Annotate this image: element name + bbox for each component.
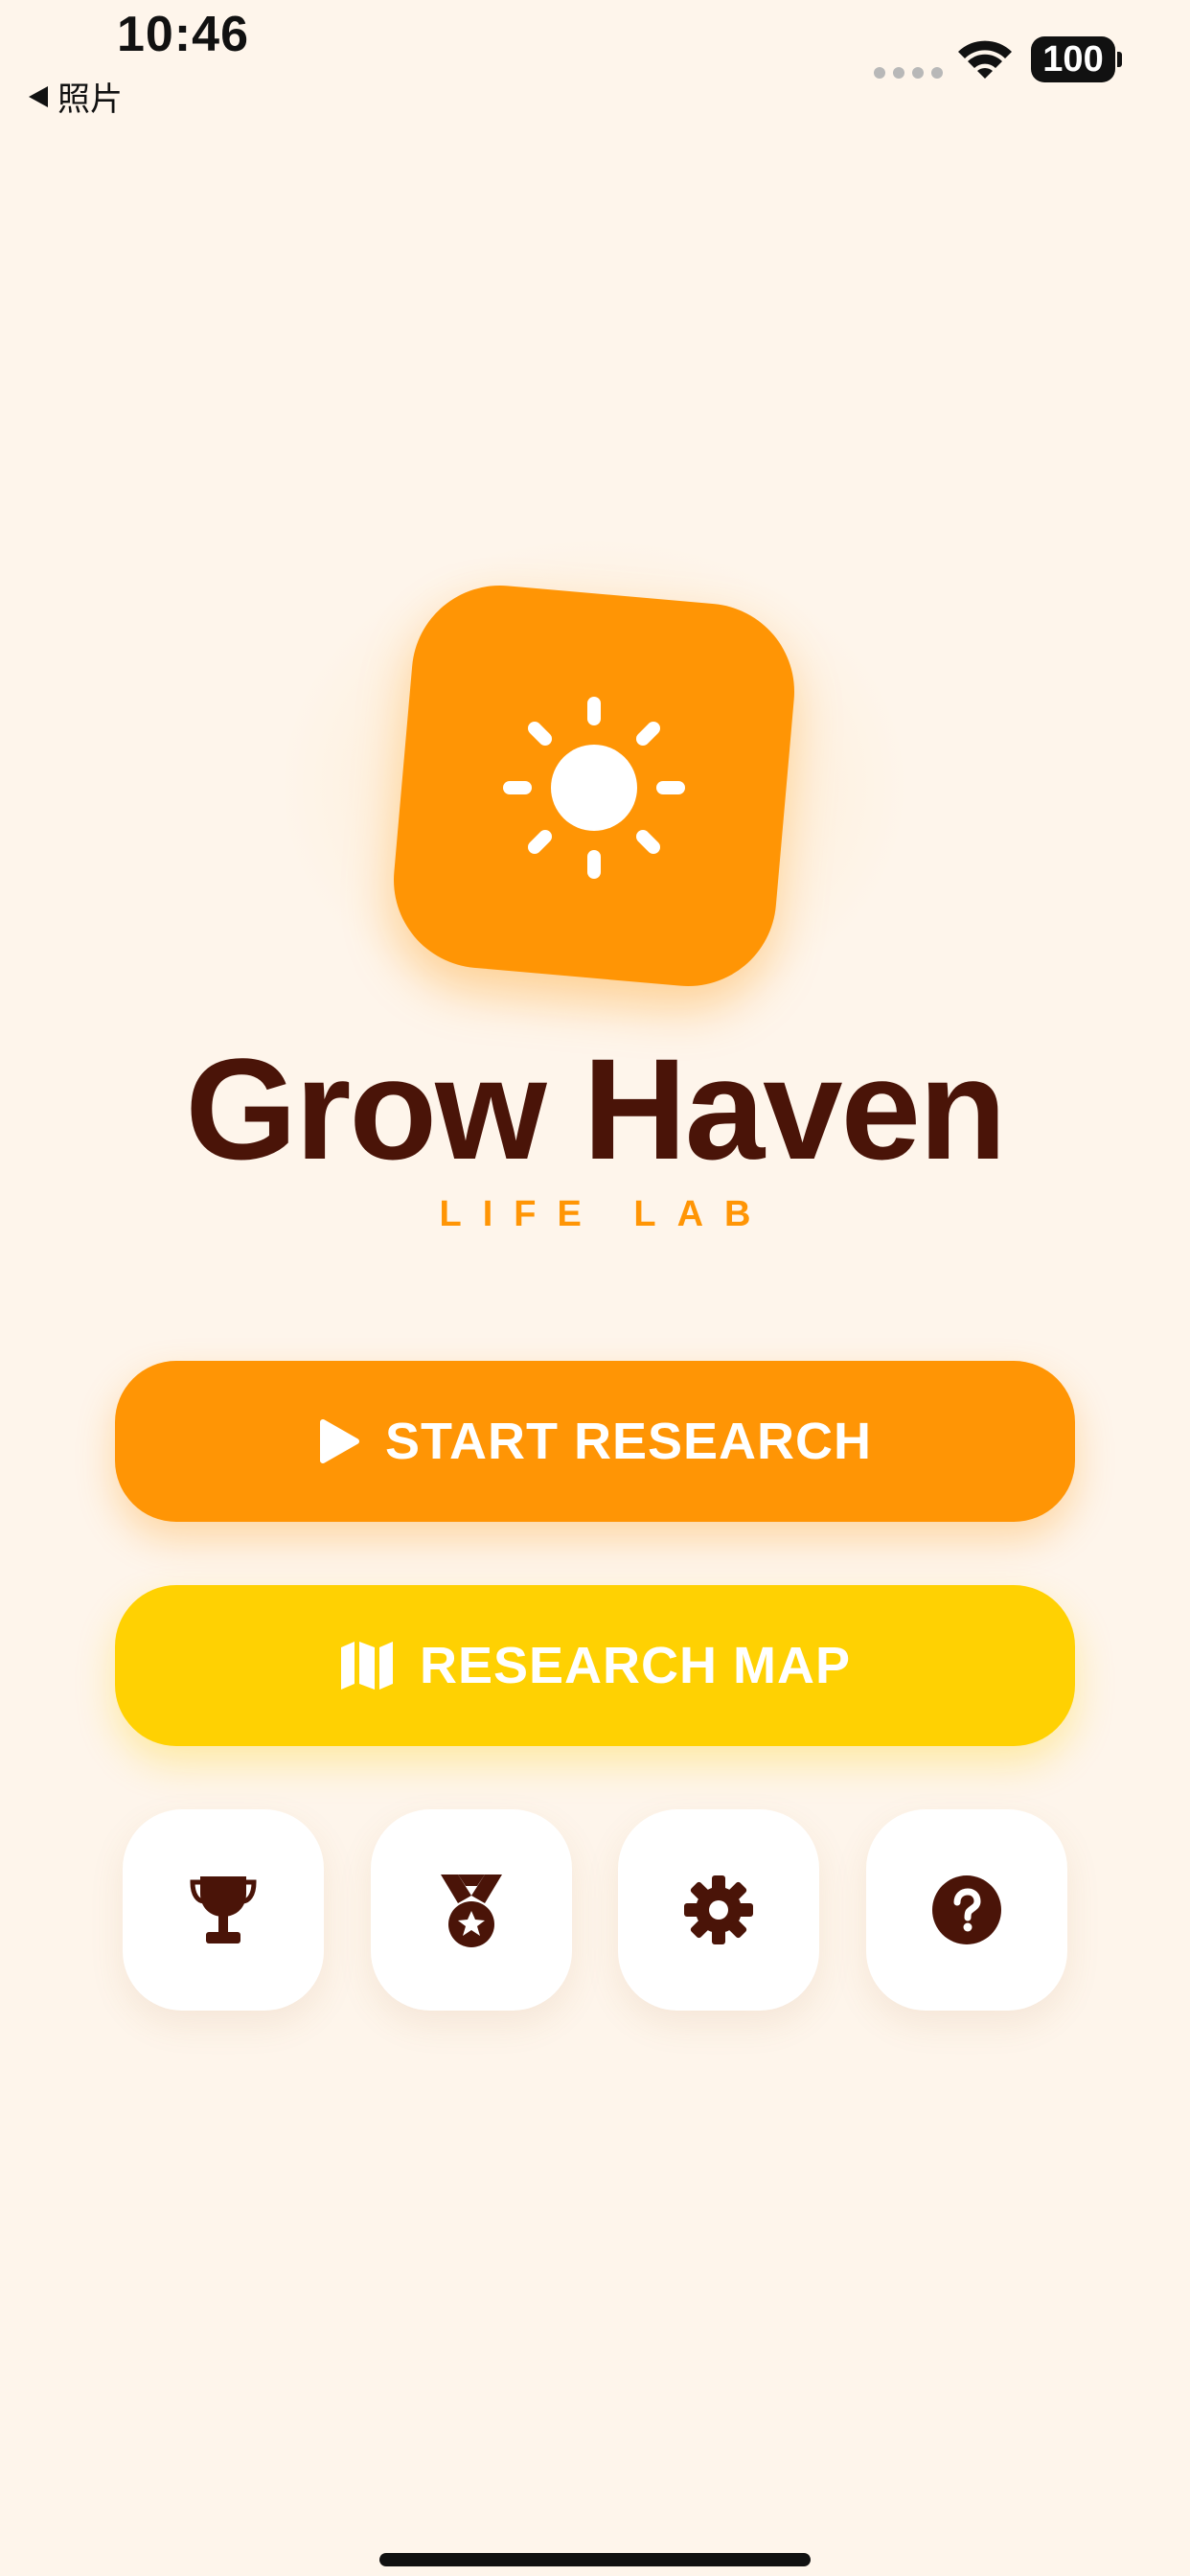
back-link-label: 照片 <box>57 80 123 119</box>
start-research-button[interactable]: START RESEARCH <box>115 1361 1075 1522</box>
research-map-label: RESEARCH MAP <box>419 1637 852 1694</box>
quick-actions-row <box>123 1809 1067 2011</box>
cellular-signal-icon <box>874 67 943 79</box>
home-indicator[interactable] <box>379 2553 811 2566</box>
back-arrow-icon <box>29 85 48 107</box>
play-icon <box>318 1418 360 1464</box>
settings-button[interactable] <box>618 1809 820 2011</box>
trophy-button[interactable] <box>123 1809 324 2011</box>
map-icon <box>339 1640 395 1691</box>
gear-icon <box>684 1875 754 1944</box>
question-icon <box>931 1875 1001 1944</box>
back-to-photos-link[interactable]: 照片 <box>29 73 123 120</box>
status-bar: 10:46 照片 100 <box>0 0 1190 125</box>
battery-icon: 100 <box>1031 36 1115 82</box>
help-button[interactable] <box>865 1809 1067 2011</box>
medal-icon <box>440 1874 502 1947</box>
app-subtitle: LIFE LAB <box>439 1194 772 1234</box>
sun-icon <box>503 697 685 879</box>
status-time: 10:46 <box>117 7 249 62</box>
battery-tip <box>1117 52 1122 67</box>
medal-button[interactable] <box>370 1809 572 2011</box>
research-map-button[interactable]: RESEARCH MAP <box>115 1585 1075 1746</box>
start-research-label: START RESEARCH <box>384 1413 872 1470</box>
wifi-icon <box>958 40 1012 79</box>
trophy-icon <box>190 1876 257 1944</box>
app-title: Grow Haven <box>185 1028 1006 1189</box>
